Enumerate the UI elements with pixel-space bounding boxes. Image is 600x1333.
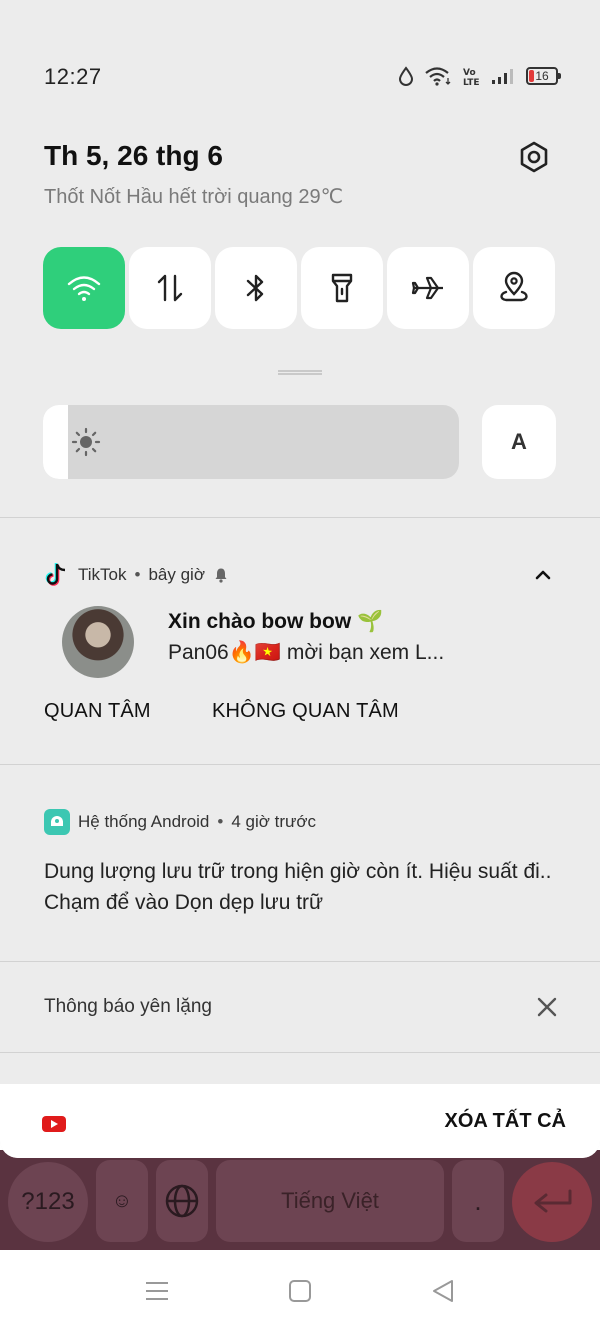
period-key[interactable]: . <box>452 1160 504 1242</box>
space-key[interactable]: Tiếng Việt <box>216 1160 444 1242</box>
notification-body: Pan06🔥🇻🇳 mời bạn xem L... <box>168 641 445 664</box>
bluetooth-tile[interactable] <box>215 247 297 329</box>
keyboard: ?123 ☺ Tiếng Việt . <box>0 1150 600 1250</box>
battery-percent: 16 <box>535 69 549 83</box>
tiktok-icon <box>44 562 70 588</box>
tiktok-app-name: TikTok <box>78 565 127 584</box>
status-icons: Vo LTE 16 <box>398 66 561 86</box>
close-icon <box>537 997 557 1017</box>
collapse-chevron-button[interactable] <box>532 564 554 586</box>
brightness-icon <box>71 427 101 457</box>
tiktok-time: bây giờ <box>148 565 205 584</box>
divider <box>0 1052 600 1053</box>
android-system-icon <box>44 809 70 835</box>
wifi-icon <box>67 276 101 301</box>
mobile-data-icon <box>157 274 183 302</box>
airplane-mode-icon <box>411 276 443 300</box>
mobile-data-tile[interactable] <box>129 247 211 329</box>
weather-label: Thốt Nốt Hầu hết trời quang 29℃ <box>44 186 344 208</box>
notification-shade: 12:27 Vo LTE 16 Th 5, 26 thg 6 Thốt Nốt H… <box>0 0 600 1158</box>
battery-tip <box>558 73 561 79</box>
location-tile[interactable] <box>473 247 555 329</box>
silent-notifications-label: Thông báo yên lặng <box>44 996 212 1017</box>
tiktok-notification-header: TikTok • bây giờ <box>44 562 229 588</box>
volte-icon: VoLTE <box>463 68 480 86</box>
wifi-tile[interactable] <box>43 247 125 329</box>
date-label: Th 5, 26 thg 6 <box>44 140 223 171</box>
space-key-label: Tiếng Việt <box>281 1188 379 1213</box>
divider <box>0 961 600 962</box>
separator-dot: • <box>217 812 224 831</box>
brightness-slider[interactable] <box>43 405 459 479</box>
auto-brightness-label: A <box>511 429 527 454</box>
flashlight-tile[interactable] <box>301 247 383 329</box>
airplane-mode-tile[interactable] <box>387 247 469 329</box>
numeric-key-label: ?123 <box>21 1188 75 1215</box>
globe-icon <box>165 1184 199 1218</box>
android-app-name: Hệ thống Android <box>78 812 210 831</box>
android-time: 4 giờ trước <box>231 812 317 831</box>
chevron-up-icon <box>535 570 551 580</box>
square-icon <box>289 1280 311 1302</box>
auto-brightness-button[interactable]: A <box>482 405 556 479</box>
storage-action-hint: Chạm để vào Dọn dẹp lưu trữ <box>44 891 324 914</box>
recents-button[interactable] <box>142 1276 172 1306</box>
divider <box>0 517 600 518</box>
divider <box>0 764 600 765</box>
android-notification-header: Hệ thống Android • 4 giờ trước <box>44 809 316 835</box>
enter-icon <box>534 1189 572 1213</box>
period-label: . <box>474 1185 482 1216</box>
svg-text:Vo: Vo <box>463 68 476 78</box>
storage-notification-body[interactable]: Dung lượng lưu trữ trong hiện giờ còn ít… <box>44 856 551 918</box>
follow-action-button[interactable]: QUAN TÂM <box>44 700 151 723</box>
menu-icon <box>146 1282 168 1300</box>
bluetooth-icon <box>246 274 264 302</box>
emoji-icon: ☺ <box>111 1189 133 1212</box>
wifi-status-icon <box>425 67 451 86</box>
notification-title: Xin chào bow bow 🌱 <box>168 610 384 633</box>
battery-level-fill <box>529 70 534 82</box>
dismiss-silent-button[interactable] <box>534 994 560 1020</box>
storage-message: Dung lượng lưu trữ trong hiện giờ còn ít… <box>44 860 552 883</box>
clear-all-button[interactable]: XÓA TẤT CẢ <box>445 1110 566 1133</box>
language-key[interactable] <box>156 1160 208 1242</box>
bell-icon <box>215 568 227 583</box>
brightness-level-fill <box>43 405 68 479</box>
notification-footer: XÓA TẤT CẢ <box>0 1084 600 1158</box>
flashlight-icon <box>331 273 353 303</box>
status-bar: 12:27 Vo LTE 16 <box>44 64 561 94</box>
location-icon <box>500 271 528 302</box>
settings-icon <box>520 141 548 173</box>
back-button[interactable] <box>428 1276 458 1306</box>
quick-settings <box>43 247 557 329</box>
home-button[interactable] <box>285 1276 315 1306</box>
avatar <box>62 606 134 678</box>
clock: 12:27 <box>44 64 102 89</box>
emoji-key[interactable]: ☺ <box>96 1160 148 1242</box>
expand-handle[interactable] <box>278 370 322 375</box>
separator-dot: • <box>134 565 141 584</box>
battery-indicator: 16 <box>526 67 561 85</box>
navigation-bar <box>0 1250 600 1333</box>
enter-key[interactable] <box>512 1162 592 1242</box>
not-interested-action-button[interactable]: KHÔNG QUAN TÂM <box>212 700 399 723</box>
water-drop-icon <box>398 66 414 86</box>
youtube-icon <box>42 1116 66 1132</box>
svg-text:LTE: LTE <box>463 78 480 86</box>
keyboard-numeric-key[interactable]: ?123 <box>8 1162 88 1242</box>
back-triangle-icon <box>433 1280 453 1302</box>
signal-icon <box>492 69 513 84</box>
settings-button[interactable] <box>514 137 554 177</box>
